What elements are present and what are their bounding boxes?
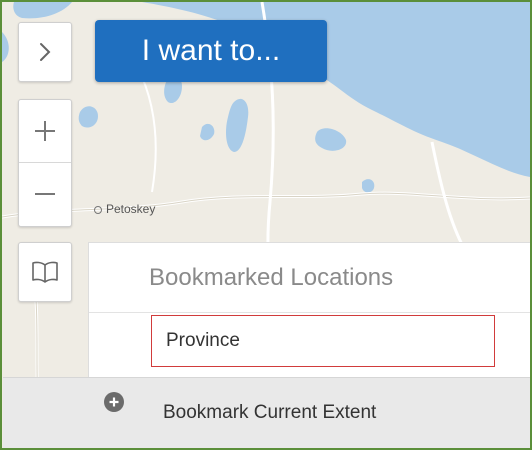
expand-toolbar-button[interactable] [18, 22, 72, 82]
zoom-out-button[interactable] [19, 163, 71, 225]
book-icon [32, 261, 58, 283]
bookmarks-panel: Bookmarked Locations Bookmark Current Ex… [3, 242, 530, 448]
zoom-in-button[interactable] [19, 100, 71, 163]
place-label-petoskey: Petoskey [94, 202, 155, 216]
bookmark-current-extent-button[interactable]: Bookmark Current Extent [3, 377, 530, 448]
chevron-right-icon [40, 43, 51, 61]
zoom-control [18, 99, 72, 227]
lake-water [362, 179, 375, 193]
map-viewer: Petoskey 131 I want to... Bookmarked Loc… [0, 0, 532, 450]
panel-title: Bookmarked Locations [89, 243, 530, 313]
place-dot-icon [94, 205, 102, 214]
plus-icon [35, 121, 55, 141]
i-want-to-button[interactable]: I want to... [95, 20, 327, 82]
place-label-text: Petoskey [106, 202, 156, 216]
minus-icon [35, 193, 55, 195]
add-circle-icon [104, 392, 124, 412]
bookmark-search-input[interactable] [151, 315, 495, 367]
bookmark-current-extent-label: Bookmark Current Extent [163, 402, 377, 423]
bookmarks-button[interactable] [18, 242, 72, 302]
